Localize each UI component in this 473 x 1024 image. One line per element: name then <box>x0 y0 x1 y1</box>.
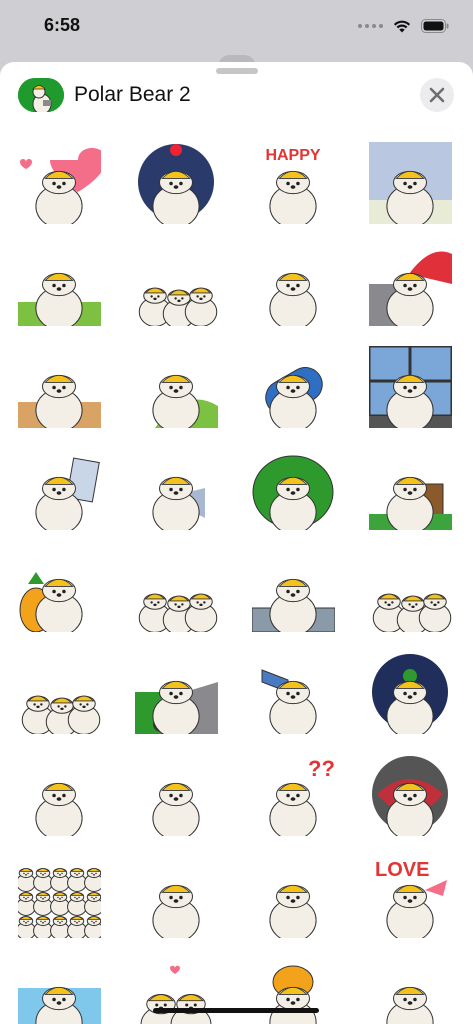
sticker-bear-trio[interactable] <box>135 244 218 326</box>
sticker-bear-stump[interactable] <box>369 448 452 530</box>
sticker-bear-pineapple[interactable] <box>18 550 101 632</box>
sticker-bear-love[interactable]: LOVE <box>369 856 452 938</box>
sticker-bear-table[interactable] <box>252 550 335 632</box>
battery-icon <box>421 19 449 33</box>
sticker-bear-fish[interactable] <box>135 448 218 530</box>
sticker-bear-question[interactable]: ?? <box>252 754 335 836</box>
sticker-bear-lying[interactable] <box>18 346 101 428</box>
sticker-sheet: Polar Bear 2 HAPPY ?? LOVE <box>0 62 473 1024</box>
svg-text:??: ?? <box>308 756 335 781</box>
sticker-bear-money[interactable] <box>369 142 452 224</box>
sticker-bear-happy[interactable]: HAPPY <box>252 142 335 224</box>
app-icon <box>18 78 64 112</box>
status-indicators <box>358 16 449 36</box>
svg-text:HAPPY: HAPPY <box>265 147 320 164</box>
sticker-bear-umbrella[interactable] <box>369 244 452 326</box>
sticker-bear-dancing[interactable] <box>252 244 335 326</box>
sticker-bear-big-face[interactable] <box>18 754 101 836</box>
sticker-bear-pointing-grass[interactable] <box>18 244 101 326</box>
app-title: Polar Bear 2 <box>74 83 191 106</box>
status-bar: 6:58 <box>0 0 473 52</box>
sticker-bear-crowd[interactable] <box>18 856 101 938</box>
sticker-bear-paper[interactable] <box>18 448 101 530</box>
sticker-bear-horn[interactable] <box>252 652 335 734</box>
sticker-bear-orange-cat[interactable] <box>252 958 335 1024</box>
sticker-bear-standing[interactable] <box>369 958 452 1024</box>
close-button[interactable] <box>420 78 454 112</box>
wifi-icon <box>393 19 411 33</box>
sticker-bear-red-ball[interactable] <box>135 856 218 938</box>
sticker-bear-monster[interactable] <box>369 754 452 836</box>
sticker-bear-sitting[interactable] <box>252 856 335 938</box>
status-time: 6:58 <box>44 15 81 35</box>
sticker-bear-heart[interactable] <box>18 142 101 224</box>
sheet-grabber[interactable] <box>216 68 258 74</box>
sticker-bear-ducks[interactable] <box>369 550 452 632</box>
cellular-signal-icon <box>358 24 383 28</box>
home-indicator <box>153 1008 319 1013</box>
sticker-bear-back[interactable] <box>135 754 218 836</box>
sticker-bear-bush[interactable] <box>252 448 335 530</box>
sticker-bear-group-arms[interactable] <box>18 652 101 734</box>
sticker-bear-sleeping-bag[interactable] <box>252 346 335 428</box>
sticker-bear-kiss[interactable] <box>135 958 218 1024</box>
svg-text:LOVE: LOVE <box>375 859 429 881</box>
sticker-bear-pizza-trio[interactable] <box>135 550 218 632</box>
sticker-bear-space[interactable] <box>369 652 452 734</box>
sheet-header: Polar Bear 2 <box>0 76 473 120</box>
sticker-bear-blanket-blue[interactable] <box>135 142 218 224</box>
sticker-bear-segway[interactable] <box>135 652 218 734</box>
sticker-grid: HAPPY ?? LOVE <box>18 142 458 1024</box>
sticker-bear-window[interactable] <box>369 346 452 428</box>
sticker-bear-water[interactable] <box>18 958 101 1024</box>
sticker-bear-hearts-hill[interactable] <box>135 346 218 428</box>
